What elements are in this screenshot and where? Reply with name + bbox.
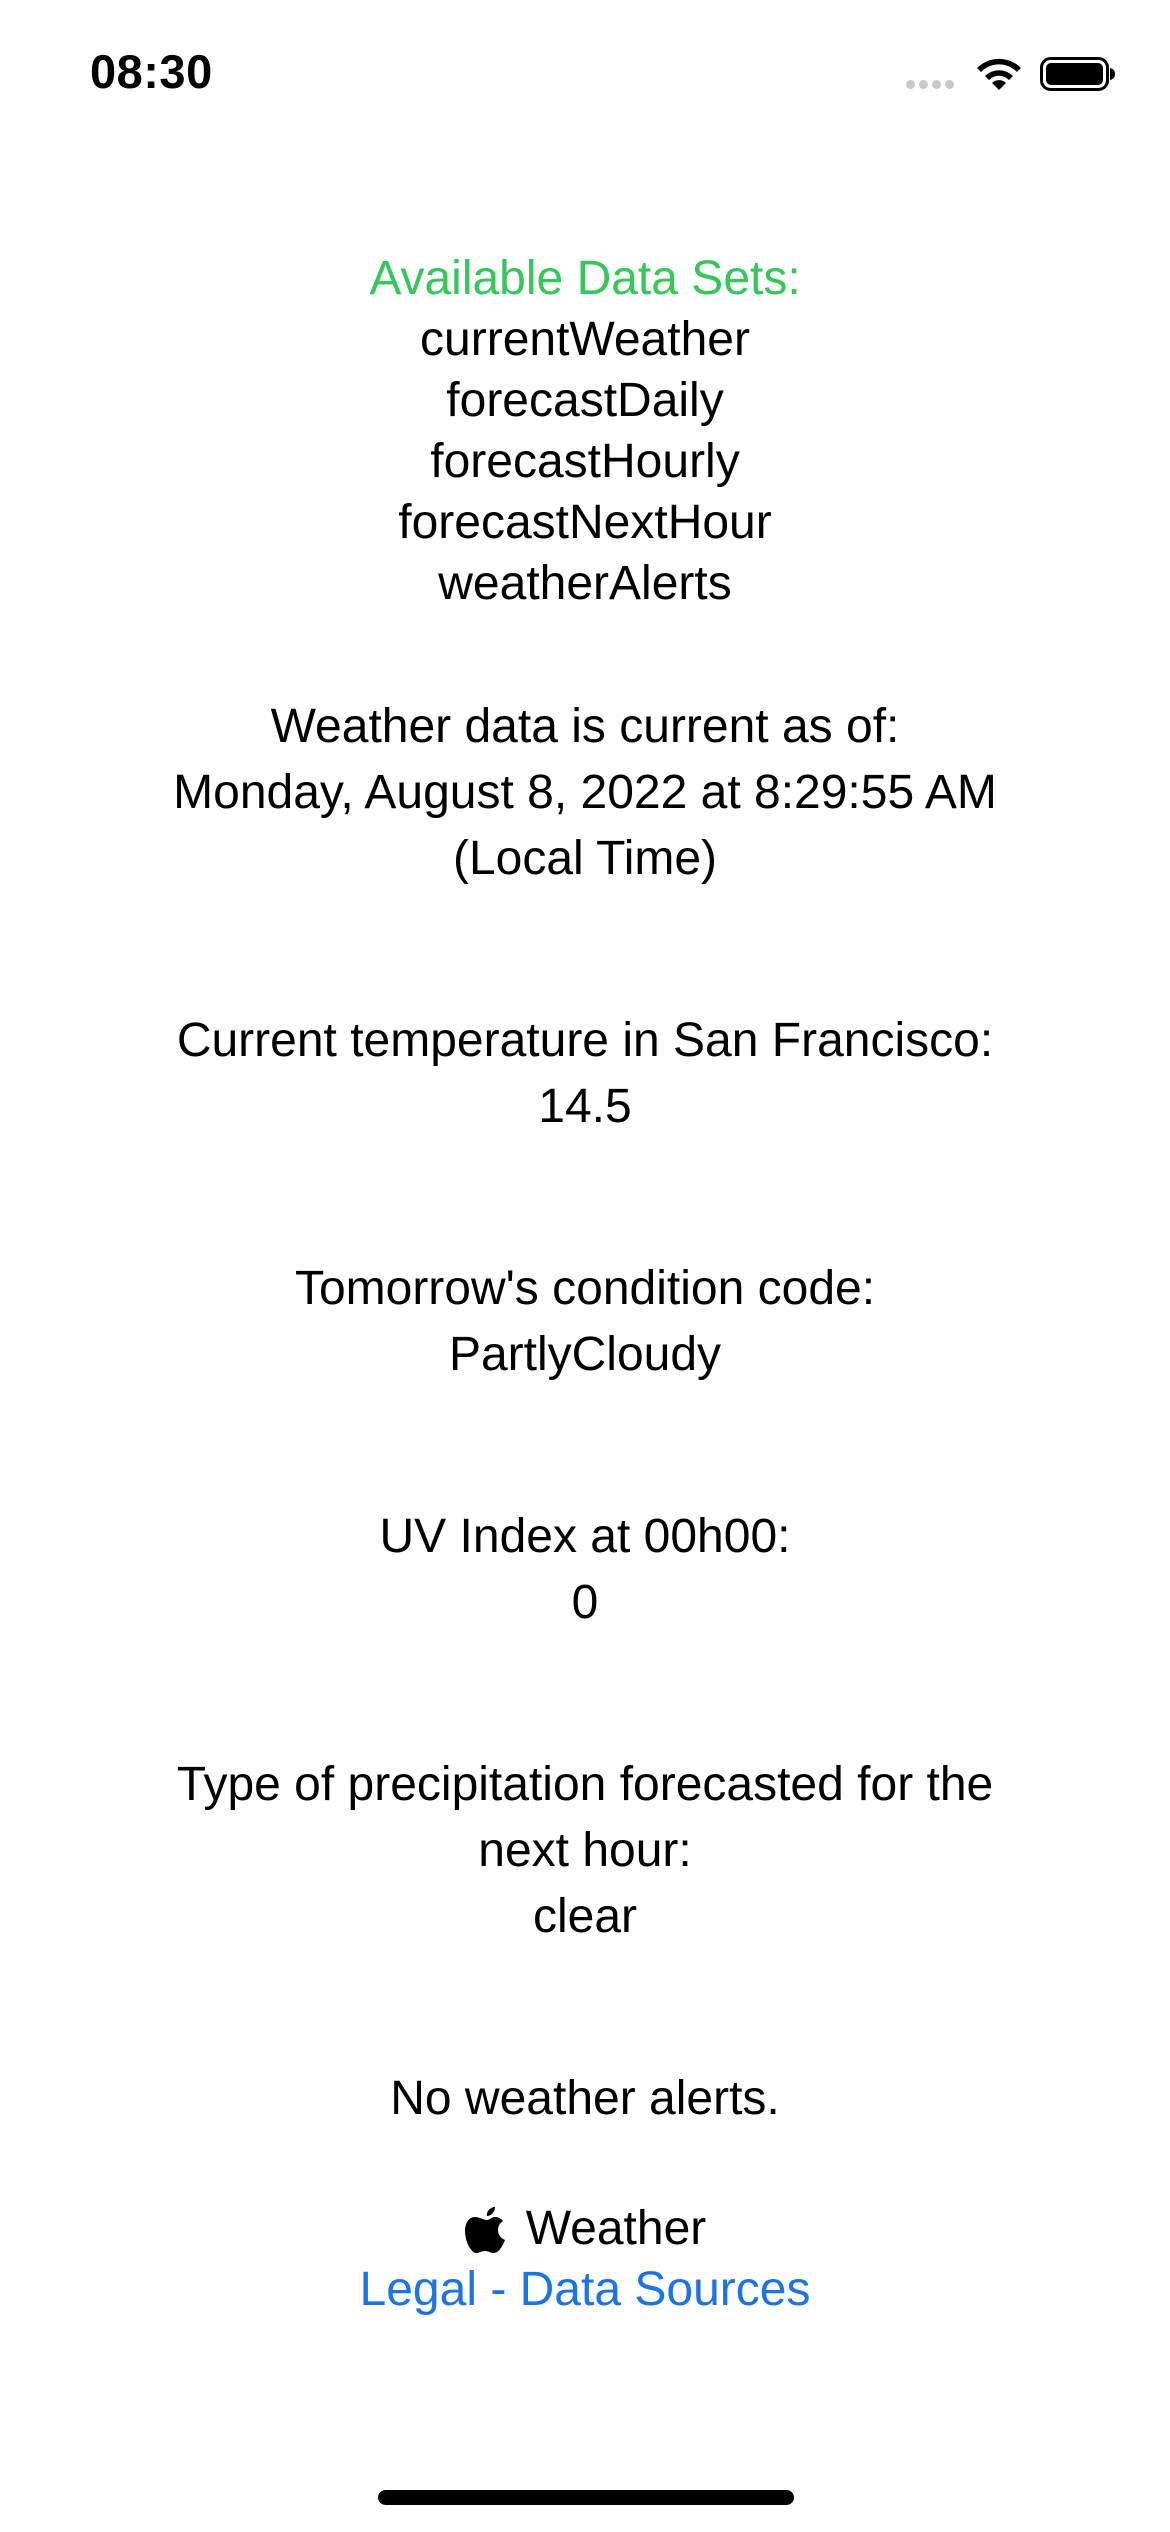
precipitation-label-cont: next hour:: [478, 1824, 692, 1877]
brand-name: Weather: [525, 2202, 707, 2255]
uv-label: UV Index at 00h00:: [379, 1510, 791, 1563]
condition-label: Tomorrow's condition code:: [294, 1262, 876, 1315]
data-set-item: currentWeather: [420, 313, 750, 366]
temperature-label: Current temperature in San Francisco:: [176, 1014, 994, 1067]
condition-value: PartlyCloudy: [448, 1328, 722, 1381]
precipitation-label: Type of precipitation forecasted for the: [176, 1758, 994, 1811]
as-of-timezone: (Local Time): [452, 832, 718, 885]
wifi-icon: [977, 58, 1021, 90]
status-time: 08:30: [90, 45, 213, 98]
data-set-item: forecastDaily: [446, 374, 724, 427]
condition-section: Tomorrow's condition code: PartlyCloudy: [0, 1256, 1170, 1388]
temperature-value: 14.5: [538, 1080, 632, 1133]
weather-content: Available Data Sets: currentWeather fore…: [0, 248, 1170, 2320]
battery-icon: [1040, 57, 1115, 91]
uv-value: 0: [571, 1576, 599, 1629]
weather-brand: Weather: [0, 2198, 1170, 2259]
as-of-section: Weather data is current as of: Monday, A…: [0, 694, 1170, 892]
temperature-section: Current temperature in San Francisco: 14…: [0, 1008, 1170, 1140]
uv-section: UV Index at 00h00: 0: [0, 1504, 1170, 1636]
data-sets-title: Available Data Sets:: [369, 252, 801, 305]
data-set-item: forecastHourly: [430, 435, 740, 488]
alerts-section: No weather alerts.: [0, 2066, 1170, 2132]
legal-data-sources-link[interactable]: Legal - Data Sources: [360, 2259, 811, 2320]
status-bar: 08:30: [0, 0, 1170, 150]
data-set-item: weatherAlerts: [438, 557, 732, 610]
precipitation-value: clear: [532, 1890, 638, 1943]
signal-icon: [906, 80, 958, 98]
apple-logo-icon: [464, 2206, 505, 2253]
data-set-item: forecastNextHour: [398, 496, 772, 549]
data-sets-section: Available Data Sets: currentWeather fore…: [0, 248, 1170, 614]
as-of-label: Weather data is current as of:: [270, 700, 900, 753]
as-of-datetime: Monday, August 8, 2022 at 8:29:55 AM: [173, 766, 997, 819]
home-indicator[interactable]: [378, 2490, 794, 2505]
precipitation-section: Type of precipitation forecasted for the…: [0, 1752, 1170, 1950]
alerts-text: No weather alerts.: [390, 2072, 780, 2125]
